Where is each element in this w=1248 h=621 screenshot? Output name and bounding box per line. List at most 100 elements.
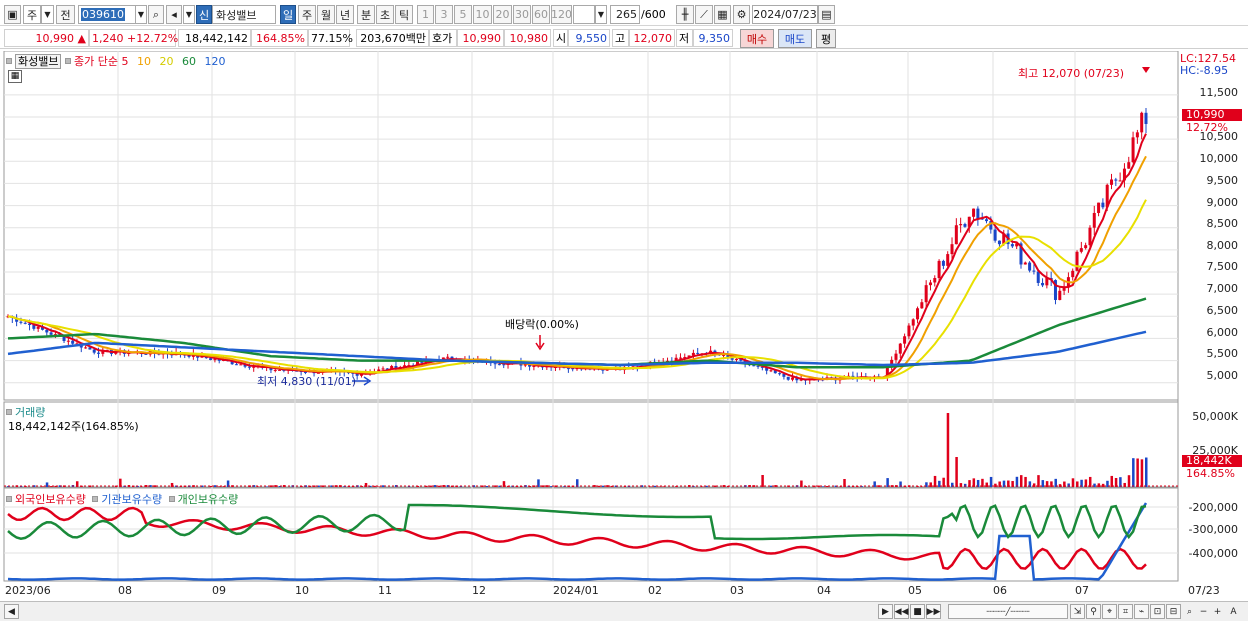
quote-bar: 10,990 ▲ 1,240 +12.72% 18,442,142 164.85… — [0, 27, 1248, 49]
x-tick: 09 — [212, 584, 226, 597]
period-day-tab[interactable]: 일 — [280, 5, 296, 24]
candle-body — [209, 358, 213, 360]
period-second-tab[interactable]: 초 — [376, 5, 394, 24]
candle-body — [678, 357, 682, 359]
chevron-down-icon[interactable]: ▼ — [135, 5, 147, 24]
volume-value: 18,442,142 — [178, 29, 251, 47]
candle-body — [734, 358, 738, 360]
candle-body — [1144, 112, 1148, 124]
interval-1[interactable]: 1 — [417, 5, 434, 24]
rewind-icon[interactable]: ◀◀ — [894, 604, 909, 619]
fast-forward-icon[interactable]: ▶▶ — [926, 604, 941, 619]
candle-body — [916, 308, 920, 320]
legend-individual: 개인보유수량 — [177, 493, 239, 506]
prev-button[interactable]: 전 — [56, 5, 75, 24]
tool-icon[interactable]: ⚲ — [1086, 604, 1101, 619]
candle-body — [446, 356, 450, 358]
date-input[interactable]: 2024/07/23 — [752, 5, 818, 24]
period-minute-tab[interactable]: 분 — [357, 5, 375, 24]
candle-body — [1140, 112, 1144, 133]
volume-bar — [1024, 476, 1027, 487]
search-icon[interactable]: ⌕ — [148, 5, 164, 24]
scroll-left-icon[interactable]: ◀ — [4, 604, 19, 619]
chevron-down-icon[interactable]: ▼ — [41, 5, 54, 24]
tool-icon[interactable]: ⌖ — [1102, 604, 1117, 619]
stock-name-field[interactable]: 화성밸브 — [212, 5, 276, 24]
candle-icon[interactable]: ╫ — [676, 5, 694, 24]
interval-120[interactable]: 120 — [551, 5, 572, 24]
y-tick: 7,000 — [1206, 282, 1239, 295]
trendline-icon[interactable]: ⟋ — [695, 5, 713, 24]
zoom-out-icon[interactable]: − — [1196, 604, 1211, 619]
chart-area[interactable]: 화성밸브 종가 단순 5 10 20 60 120 ▦ LC:127.54 HC… — [0, 51, 1248, 601]
candle-body — [898, 343, 902, 354]
table-toggle-icon[interactable]: ▦ — [8, 70, 22, 83]
custom-interval-input[interactable] — [573, 5, 595, 24]
candle-body — [976, 208, 980, 219]
open-price: 9,550 — [568, 29, 610, 47]
calendar-icon[interactable]: ▤ — [818, 5, 835, 24]
interval-10[interactable]: 10 — [473, 5, 492, 24]
chevron-down-icon[interactable]: ▼ — [183, 5, 195, 24]
candle-body — [769, 370, 773, 372]
candle-body — [213, 359, 217, 361]
tool-icon[interactable]: ⇲ — [1070, 604, 1085, 619]
candle-body — [1032, 270, 1036, 272]
hoga-label: 호가 — [429, 29, 457, 47]
candle-body — [778, 373, 782, 375]
tool-icon[interactable]: ⊡ — [1150, 604, 1165, 619]
buy-button[interactable]: 매수 — [740, 29, 774, 48]
tool-icon[interactable]: ⊟ — [1166, 604, 1181, 619]
candle-body — [493, 363, 497, 365]
candle-body — [84, 347, 88, 349]
tool-icon[interactable]: ⌗ — [1118, 604, 1133, 619]
zoom-icon[interactable]: ⌕ — [1182, 604, 1197, 619]
period-week-tab[interactable]: 주 — [298, 5, 316, 24]
volume-bar — [946, 413, 950, 487]
x-tick: 12 — [472, 584, 486, 597]
interval-3[interactable]: 3 — [435, 5, 453, 24]
zoom-slider[interactable]: ┄┄┄┄╱┄┄┄┄ — [948, 604, 1068, 619]
period-year-tab[interactable]: 년 — [336, 5, 354, 24]
x-tick: 08 — [118, 584, 132, 597]
sell-button[interactable]: 매도 — [778, 29, 812, 48]
period-tick-tab[interactable]: 틱 — [395, 5, 413, 24]
candle-body — [1041, 282, 1045, 286]
chevron-down-icon[interactable]: ▼ — [595, 5, 607, 24]
candle-body — [696, 352, 700, 354]
interval-5[interactable]: 5 — [454, 5, 472, 24]
legend-ma-label: 종가 단순 — [73, 55, 118, 68]
tool-icon[interactable]: ⌁ — [1134, 604, 1149, 619]
speaker-icon[interactable]: ◂ — [166, 5, 182, 24]
candle-body — [950, 244, 954, 255]
save-icon[interactable]: ▦ — [714, 5, 731, 24]
candle-body — [985, 219, 989, 222]
eval-button[interactable]: 평 — [816, 29, 836, 48]
candle-body — [954, 225, 958, 245]
count-input[interactable]: 265 — [610, 5, 640, 24]
chart-type-icon[interactable]: ▣ — [4, 5, 21, 24]
candle-body — [972, 208, 976, 217]
candle-body — [1071, 270, 1075, 278]
stop-icon[interactable]: ■ — [910, 604, 925, 619]
y-tick: 5,500 — [1206, 347, 1239, 360]
font-size-icon[interactable]: A — [1226, 604, 1241, 619]
candle-body — [247, 366, 251, 368]
candle-body — [1036, 271, 1040, 283]
interval-30[interactable]: 30 — [513, 5, 531, 24]
zoom-in-icon[interactable]: + — [1210, 604, 1225, 619]
toolbar: ▣ 주 ▼ 전 039610 ▼ ⌕ ◂ ▼ 신 화성밸브 일 주 월 년 분 … — [0, 2, 1248, 26]
volume-bar — [545, 485, 549, 487]
chart-canvas[interactable] — [0, 51, 1248, 601]
period-month-tab[interactable]: 월 — [317, 5, 335, 24]
chart-scrollbar[interactable]: ◀ ▶ ◀◀ ■ ▶▶ ┄┄┄┄╱┄┄┄┄ ⇲ ⚲ ⌖ ⌗ ⌁ ⊡ ⊟ ⌕ − … — [0, 601, 1248, 621]
period-main-select[interactable]: 주 — [23, 5, 41, 24]
interval-60[interactable]: 60 — [532, 5, 550, 24]
interval-20[interactable]: 20 — [493, 5, 512, 24]
stock-code-input[interactable]: 039610 — [78, 5, 136, 24]
volume-bar — [1136, 458, 1139, 487]
volume-bar — [1019, 475, 1023, 487]
gear-icon[interactable]: ⚙ — [733, 5, 750, 24]
candle-body — [1028, 262, 1032, 271]
scroll-right-icon[interactable]: ▶ — [878, 604, 893, 619]
